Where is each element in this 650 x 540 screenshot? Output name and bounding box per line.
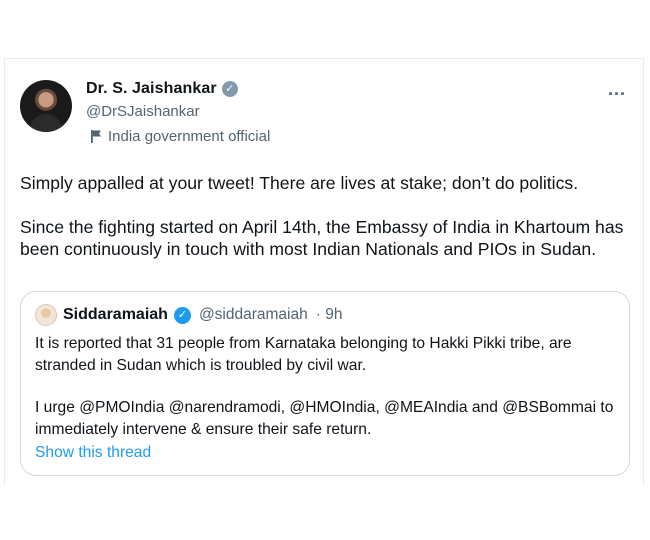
author-name-row: Dr. S. Jaishankar ✓	[86, 80, 238, 98]
author-avatar[interactable]	[20, 80, 72, 132]
author-name[interactable]: Dr. S. Jaishankar	[86, 80, 217, 98]
more-options-icon[interactable]: ...	[608, 80, 626, 98]
government-verified-badge-icon: ✓	[221, 81, 238, 97]
verified-badge-icon: ✓	[173, 306, 191, 324]
quoted-tweet-text: It is reported that 31 people from Karna…	[35, 333, 620, 440]
quoted-tweet[interactable]: Siddaramaiah ✓ @siddaramaiah · 9h It is …	[20, 291, 630, 476]
quoted-tweet-time[interactable]: · 9h	[316, 306, 343, 324]
quoted-author-handle[interactable]: @siddaramaiah	[199, 306, 308, 324]
affiliation-text: India government official	[108, 128, 271, 145]
quoted-author-avatar[interactable]	[35, 304, 57, 326]
tweet-text: Simply appalled at your tweet! There are…	[20, 172, 630, 260]
author-handle[interactable]: @DrSJaishankar	[86, 103, 200, 120]
quoted-tweet-header: Siddaramaiah ✓ @siddaramaiah · 9h	[35, 304, 342, 326]
flag-icon	[91, 130, 101, 143]
tweet-paragraph: Since the fighting started on April 14th…	[20, 217, 624, 259]
tweet-paragraph: Simply appalled at your tweet! There are…	[20, 173, 579, 193]
quoted-author-name[interactable]: Siddaramaiah	[63, 306, 168, 324]
quoted-paragraph: It is reported that 31 people from Karna…	[35, 335, 572, 374]
quoted-paragraph: I urge @PMOIndia @narendramodi, @HMOIndi…	[35, 399, 614, 438]
show-thread-link[interactable]: Show this thread	[35, 444, 151, 462]
affiliation-label: India government official	[90, 128, 270, 145]
